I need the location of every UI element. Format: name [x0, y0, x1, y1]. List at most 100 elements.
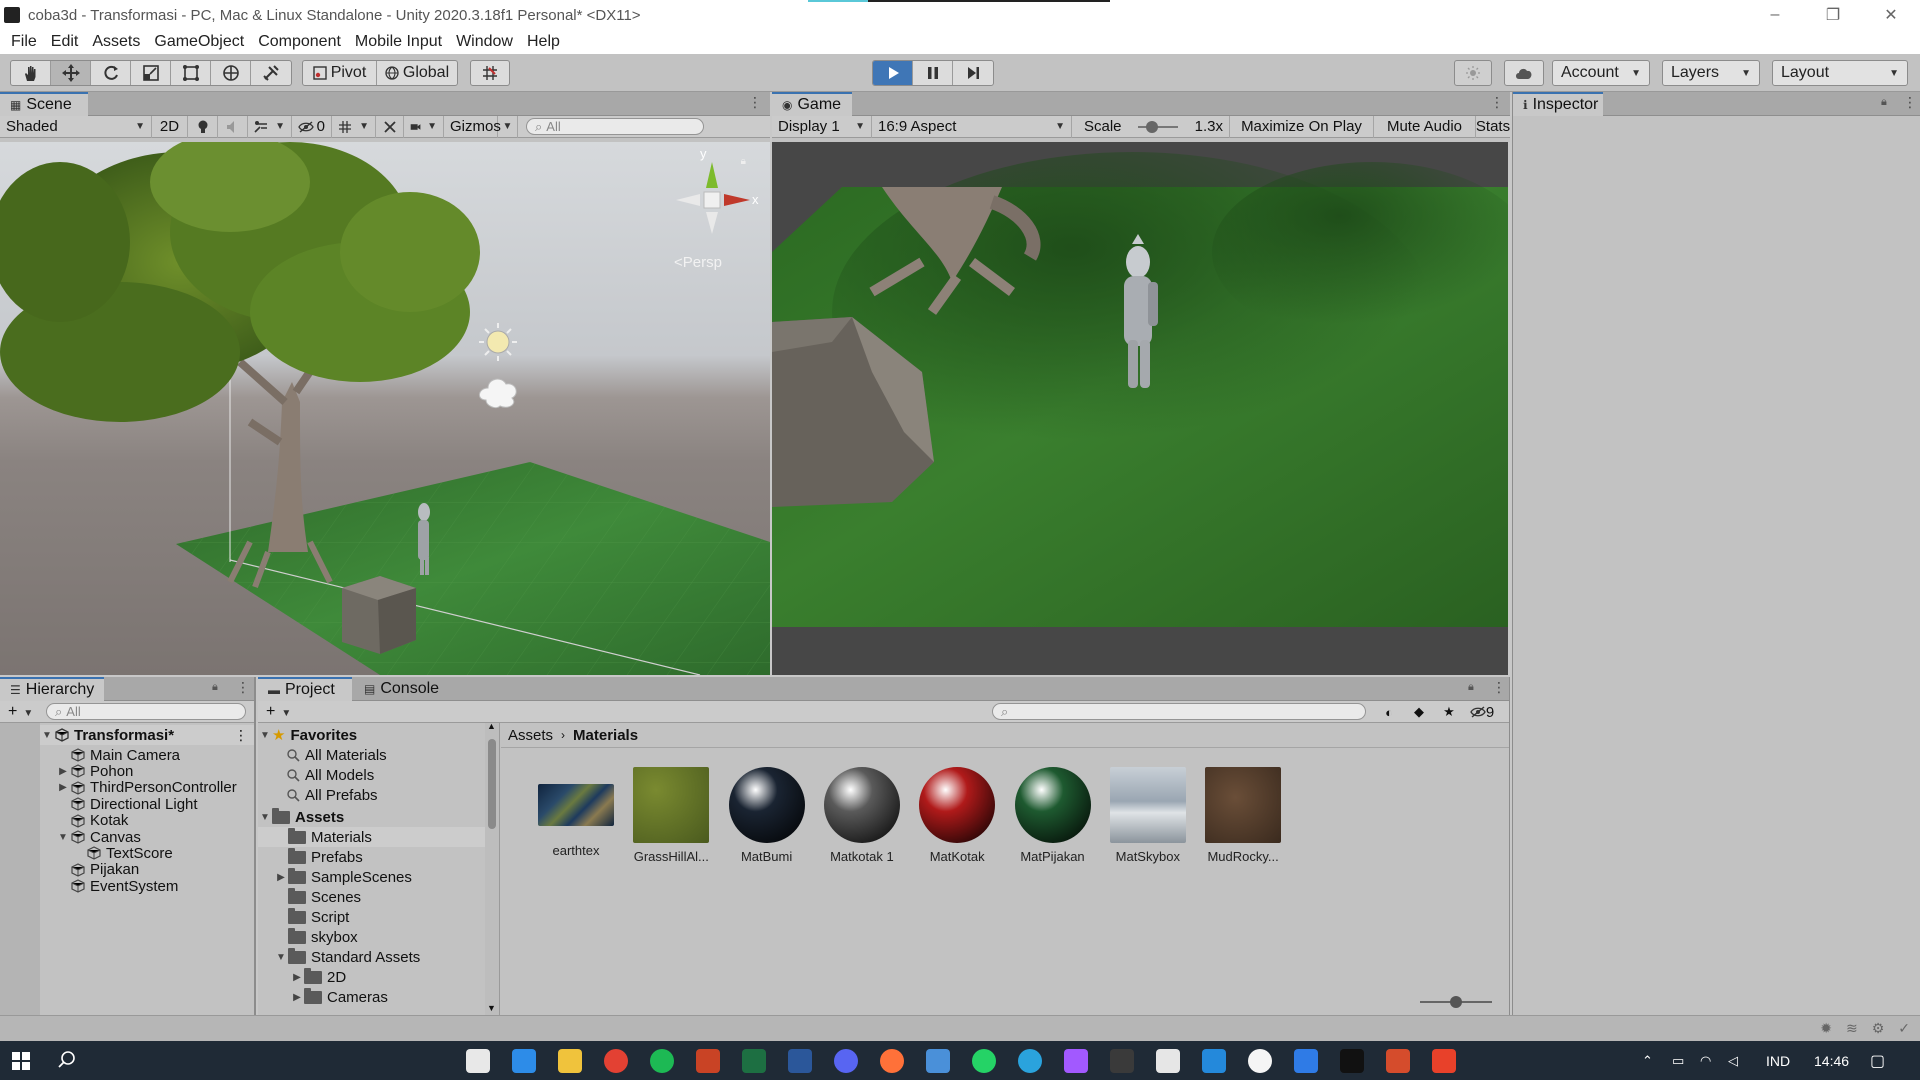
audio-toggle[interactable] — [218, 115, 248, 138]
game-viewport[interactable] — [772, 142, 1508, 675]
speaker-icon[interactable]: ◁ — [1728, 1041, 1738, 1080]
folder-item[interactable]: ▶ SampleScenes — [258, 867, 412, 887]
scroll-down-icon[interactable]: ▼ — [487, 1003, 496, 1013]
tools-toggle[interactable] — [376, 115, 404, 138]
chrome-icon[interactable] — [604, 1049, 628, 1073]
word-icon[interactable] — [788, 1049, 812, 1073]
scroll-up-icon[interactable]: ▲ — [487, 723, 496, 731]
persp-label[interactable]: <Persp — [674, 254, 722, 271]
assets-root-row[interactable]: ▼ Assets — [258, 807, 344, 827]
discord-icon[interactable] — [834, 1049, 858, 1073]
create-dropdown[interactable]: + ▼ — [0, 703, 46, 721]
favorite-item[interactable]: All Prefabs — [286, 785, 378, 805]
hidden-packages-toggle[interactable]: 9 — [1464, 704, 1500, 721]
tab-scene[interactable]: ▦ Scene — [0, 92, 88, 116]
lock-icon[interactable]: 🔒︎ — [1881, 96, 1887, 109]
grid-snap-button[interactable] — [471, 61, 509, 85]
menu-file[interactable]: File — [4, 33, 44, 51]
favorite-star-icon[interactable]: ★ — [1434, 704, 1464, 720]
folder-item[interactable]: Script — [258, 907, 349, 927]
minimize-button[interactable]: – — [1746, 0, 1804, 30]
filter-by-label-icon[interactable]: ◆ — [1404, 704, 1434, 720]
language-indicator[interactable]: IND — [1766, 1041, 1790, 1080]
wifi-icon[interactable]: ◠ — [1700, 1041, 1711, 1080]
effects-dropdown[interactable]: ▼ — [248, 115, 292, 138]
asset-item[interactable]: MatKotak — [912, 767, 1002, 867]
menu-window[interactable]: Window — [449, 33, 520, 51]
asset-item[interactable]: MatBumi — [722, 767, 812, 867]
menu-gameobject[interactable]: GameObject — [147, 33, 251, 51]
transform-tool-button[interactable] — [211, 61, 251, 85]
thumbnail-size-slider[interactable] — [1420, 996, 1492, 1008]
more-icon[interactable]: ⋮ — [1492, 679, 1506, 696]
unity-editor-icon[interactable] — [1156, 1049, 1180, 1073]
pivot-toggle[interactable]: Pivot — [303, 61, 377, 85]
hierarchy-search-input[interactable]: ⌕ All — [46, 703, 246, 720]
vscode-icon[interactable] — [1202, 1049, 1226, 1073]
expand-arrow-icon[interactable]: ▶ — [56, 782, 70, 793]
project-search-input[interactable]: ⌕ — [992, 703, 1366, 720]
file-explorer-icon[interactable] — [558, 1049, 582, 1073]
clock[interactable]: 14:46 — [1814, 1041, 1849, 1080]
spotify-icon[interactable] — [650, 1049, 674, 1073]
unity-play-icon[interactable] — [1340, 1049, 1364, 1073]
move-tool-button[interactable] — [51, 61, 91, 85]
zoom-slider-thumb[interactable] — [1450, 996, 1462, 1008]
close-button[interactable]: ✕ — [1862, 0, 1920, 30]
lock-icon[interactable]: 🔒︎ — [1468, 681, 1474, 694]
global-toggle[interactable]: Global — [377, 61, 457, 85]
expand-arrow-icon[interactable]: ▼ — [274, 952, 288, 963]
custom-tool-button[interactable] — [251, 61, 291, 85]
collab-button[interactable] — [1455, 61, 1491, 85]
expand-arrow-icon[interactable]: ▶ — [56, 766, 70, 777]
asset-item[interactable]: earthtex — [531, 767, 621, 867]
create-asset-dropdown[interactable]: + ▼ — [258, 703, 304, 721]
folder-item[interactable]: ▶ Cameras — [258, 987, 388, 1007]
layout-dropdown[interactable]: Layout ▼ — [1772, 60, 1908, 86]
orientation-gizmo[interactable]: y x 🔒︎ <Persp — [662, 146, 770, 271]
asset-item[interactable]: MudRocky... — [1198, 767, 1288, 867]
store-icon[interactable] — [466, 1049, 490, 1073]
asset-item[interactable]: Matkotak 1 — [817, 767, 907, 867]
tab-game[interactable]: ◉ Game — [772, 92, 852, 116]
aspect-dropdown[interactable]: 16:9 Aspect ▼ — [872, 115, 1072, 138]
grid-visibility-dropdown[interactable]: ▼ — [332, 115, 376, 138]
menu-assets[interactable]: Assets — [85, 33, 147, 51]
tab-project[interactable]: ▬ Project — [258, 677, 352, 701]
stats-toggle[interactable]: Stats — [1476, 116, 1510, 138]
rotate-tool-button[interactable] — [91, 61, 131, 85]
asset-item[interactable]: GrassHillAl... — [626, 767, 716, 867]
tab-inspector[interactable]: ℹ Inspector — [1513, 92, 1603, 116]
windows-start-icon[interactable] — [12, 1052, 30, 1070]
more-icon[interactable]: ⋮ — [1490, 94, 1504, 111]
scene-viewport[interactable]: y x 🔒︎ <Persp — [0, 142, 770, 675]
document-icon[interactable] — [512, 1049, 536, 1073]
pdf-app-icon[interactable] — [1432, 1049, 1456, 1073]
folder-item[interactable]: Materials — [258, 827, 486, 847]
asset-item[interactable]: MatSkybox — [1103, 767, 1193, 867]
scrollbar-thumb[interactable] — [488, 739, 496, 829]
menu-help[interactable]: Help — [520, 33, 567, 51]
check-circle-icon[interactable]: ✓ — [1898, 1020, 1910, 1037]
unity-hub-icon[interactable] — [1110, 1049, 1134, 1073]
expand-arrow-icon[interactable]: ▼ — [56, 832, 70, 843]
scene-root-row[interactable]: ▼ Transformasi* ⋮ — [40, 725, 254, 745]
menu-edit[interactable]: Edit — [44, 33, 86, 51]
filter-by-type-icon[interactable]: ◐ — [1374, 705, 1404, 720]
more-icon[interactable]: ⋮ — [1903, 94, 1917, 111]
folder-item[interactable]: ▶ 2D — [258, 967, 346, 987]
display-dropdown[interactable]: Display 1 ▼ — [772, 115, 872, 138]
step-button[interactable] — [953, 61, 993, 85]
tab-hierarchy[interactable]: ☰ Hierarchy — [0, 677, 104, 701]
rect-tool-button[interactable] — [171, 61, 211, 85]
folder-item[interactable]: ▼ Standard Assets — [258, 947, 420, 967]
hidden-objects-toggle[interactable]: 0 — [292, 115, 332, 138]
excel-icon[interactable] — [742, 1049, 766, 1073]
cloud-services-button[interactable] — [1505, 61, 1543, 85]
lock-icon[interactable]: 🔒︎ — [741, 156, 746, 167]
breadcrumb-materials[interactable]: Materials — [573, 727, 638, 744]
stack-icon[interactable]: ≋ — [1846, 1020, 1858, 1037]
scale-tool-button[interactable] — [131, 61, 171, 85]
folder-item[interactable]: skybox — [258, 927, 358, 947]
expand-arrow-icon[interactable]: ▼ — [258, 812, 272, 823]
